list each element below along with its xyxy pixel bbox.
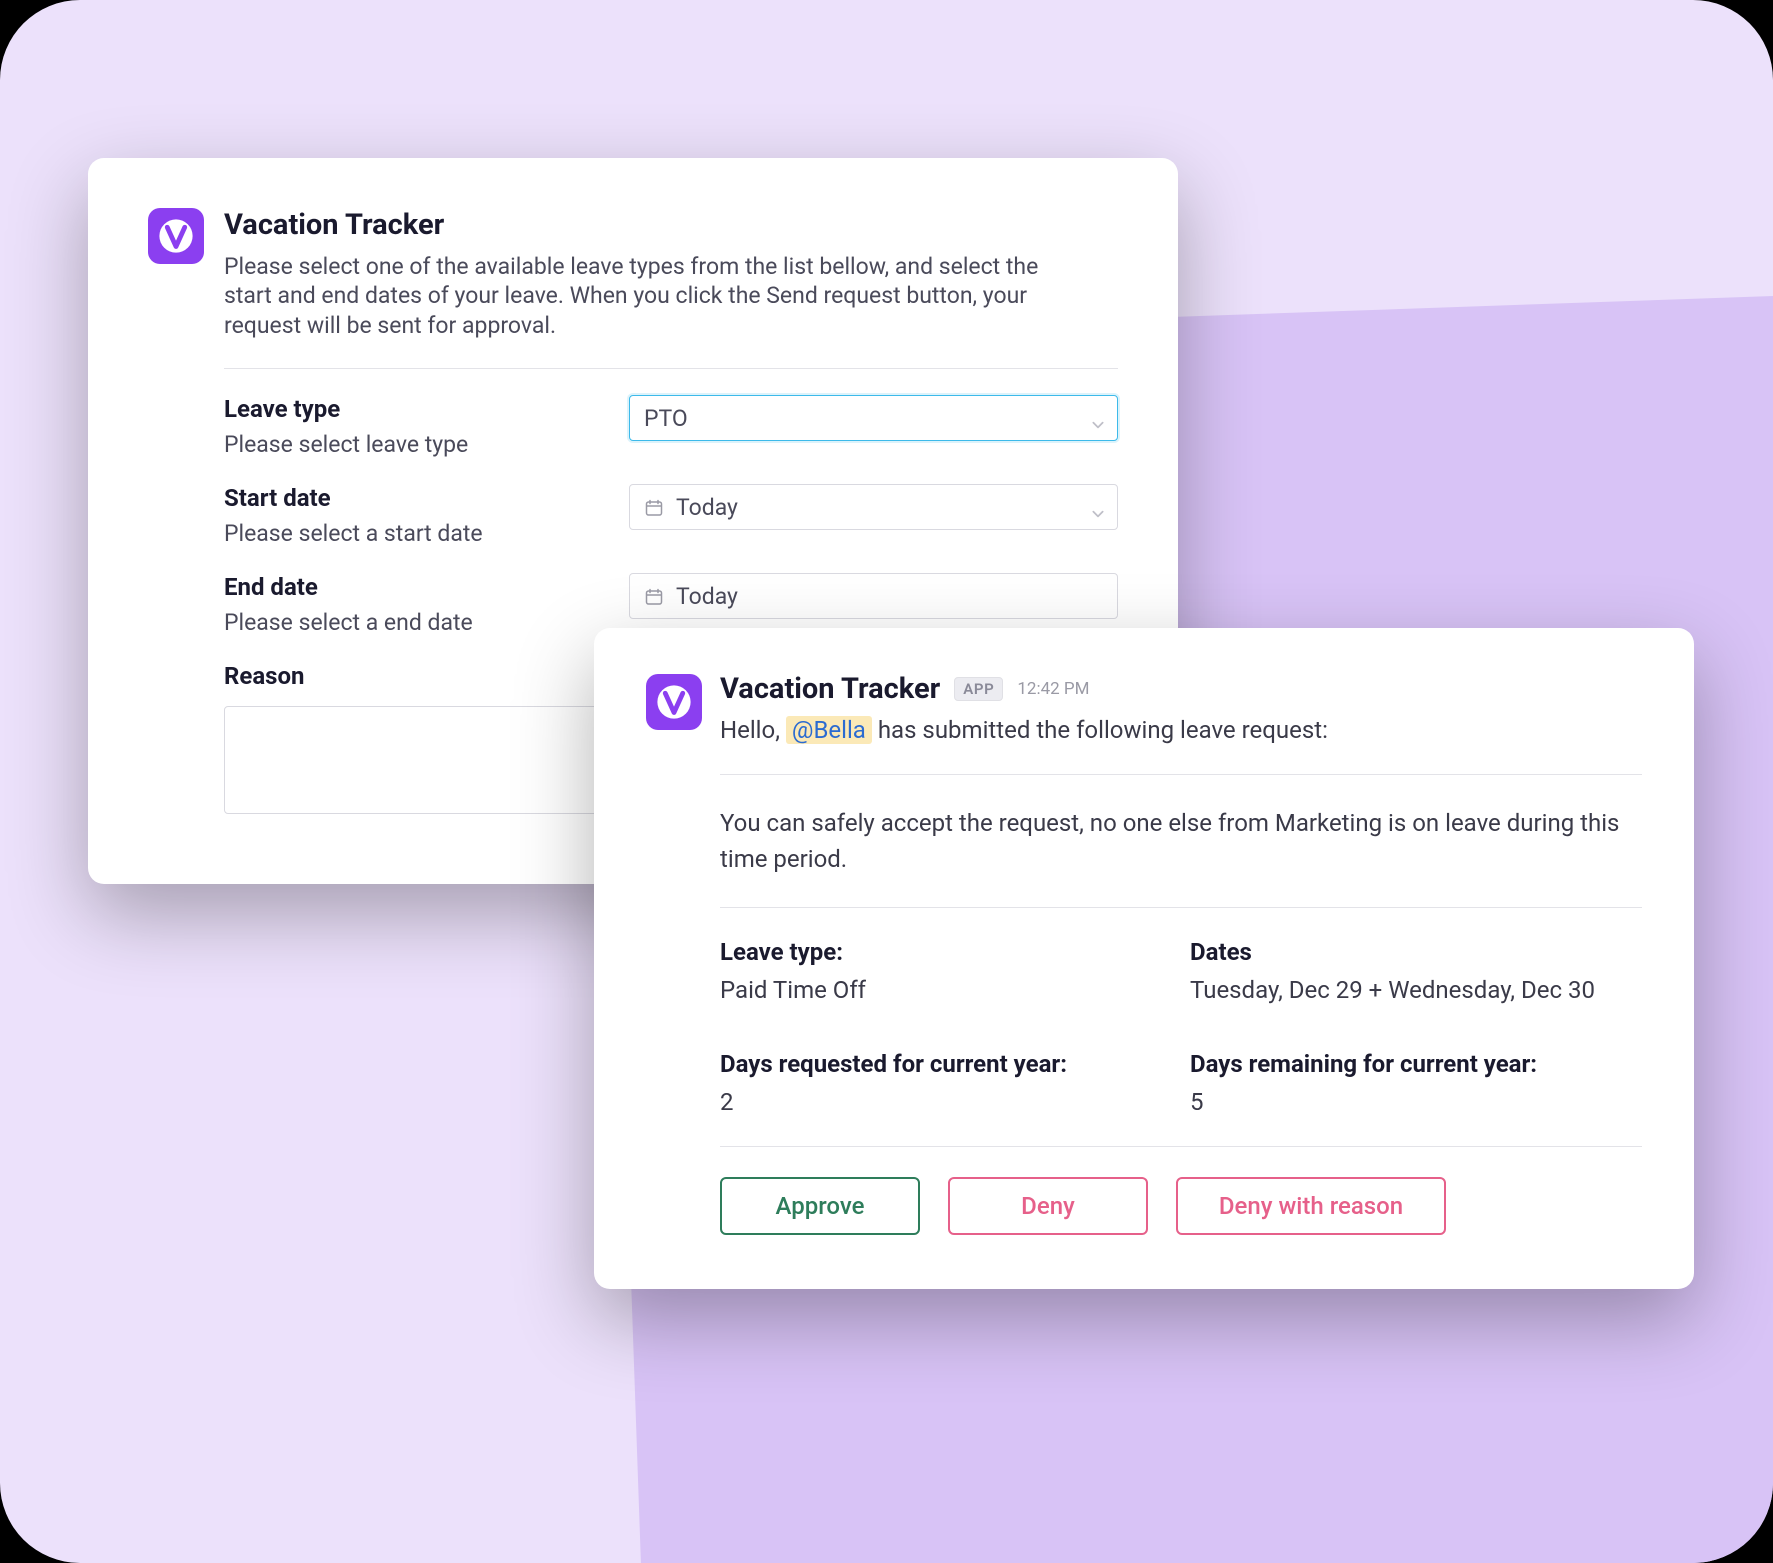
days-requested-value: 2 xyxy=(720,1088,1170,1116)
form-title: Vacation Tracker xyxy=(224,208,1118,242)
leave-type-label: Leave type: xyxy=(720,938,1170,966)
divider xyxy=(224,368,1118,369)
chevron-down-icon xyxy=(1091,411,1105,425)
start-date-value: Today xyxy=(676,494,738,521)
app-badge: APP xyxy=(954,677,1003,701)
deny-with-reason-button-label: Deny with reason xyxy=(1219,1192,1403,1220)
user-mention[interactable]: @Bella xyxy=(786,716,872,744)
start-date-label: Start date xyxy=(224,484,629,512)
message-greeting: Hello, @Bella has submitted the followin… xyxy=(720,716,1642,744)
days-remaining-value: 5 xyxy=(1190,1088,1642,1116)
divider xyxy=(720,907,1642,908)
deny-button-label: Deny xyxy=(1021,1192,1075,1220)
calendar-icon xyxy=(644,497,664,517)
days-requested-label: Days requested for current year: xyxy=(720,1050,1170,1078)
end-date-label: End date xyxy=(224,573,629,601)
start-date-input[interactable]: Today xyxy=(629,484,1118,530)
leave-type-value: Paid Time Off xyxy=(720,976,1170,1004)
app-logo-icon xyxy=(646,674,702,730)
leave-type-help: Please select leave type xyxy=(224,431,629,458)
leave-type-label: Leave type xyxy=(224,395,629,423)
app-logo-icon xyxy=(148,208,204,264)
field-start-date: Start date Please select a start date To… xyxy=(224,484,1118,547)
leave-type-value: PTO xyxy=(644,405,688,432)
request-details: Leave type: Paid Time Off Dates Tuesday,… xyxy=(720,938,1642,1116)
field-end-date: End date Please select a end date Today xyxy=(224,573,1118,636)
divider xyxy=(720,1146,1642,1147)
end-date-value: Today xyxy=(676,583,738,610)
availability-note: You can safely accept the request, no on… xyxy=(720,805,1642,877)
greeting-suffix: has submitted the following leave reques… xyxy=(872,716,1328,744)
field-leave-type: Leave type Please select leave type PTO xyxy=(224,395,1118,458)
divider xyxy=(720,774,1642,775)
end-date-input[interactable]: Today xyxy=(629,573,1118,619)
start-date-help: Please select a start date xyxy=(224,520,629,547)
dates-value: Tuesday, Dec 29 + Wednesday, Dec 30 xyxy=(1190,976,1642,1004)
days-remaining-label: Days remaining for current year: xyxy=(1190,1050,1642,1078)
end-date-help: Please select a end date xyxy=(224,609,629,636)
approve-button[interactable]: Approve xyxy=(720,1177,920,1235)
deny-with-reason-button[interactable]: Deny with reason xyxy=(1176,1177,1446,1235)
calendar-icon xyxy=(644,586,664,606)
greeting-prefix: Hello, xyxy=(720,716,786,744)
deny-button[interactable]: Deny xyxy=(948,1177,1148,1235)
dates-label: Dates xyxy=(1190,938,1642,966)
chevron-down-icon xyxy=(1091,500,1105,514)
message-timestamp: 12:42 PM xyxy=(1017,679,1089,699)
leave-type-select[interactable]: PTO xyxy=(629,395,1118,441)
leave-request-message-card: Vacation Tracker APP 12:42 PM Hello, @Be… xyxy=(594,628,1694,1289)
form-instructions: Please select one of the available leave… xyxy=(224,252,1084,340)
approve-button-label: Approve xyxy=(776,1192,865,1220)
message-title: Vacation Tracker xyxy=(720,672,940,706)
